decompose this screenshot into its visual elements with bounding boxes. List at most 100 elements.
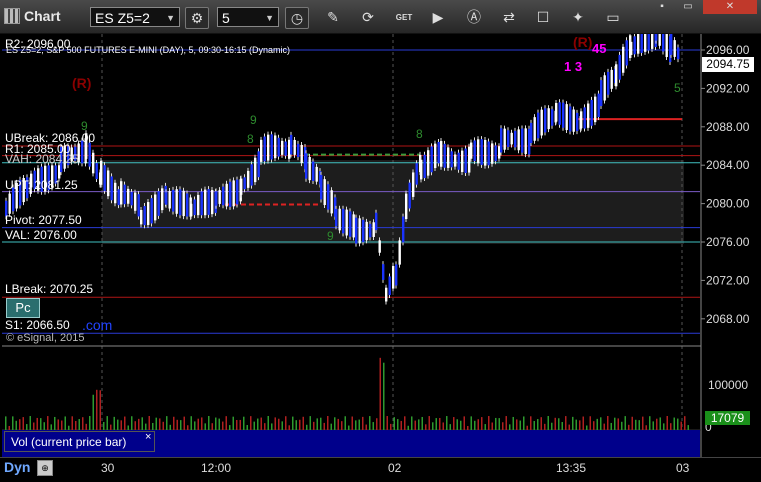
candle-body xyxy=(117,189,120,206)
candle-body xyxy=(470,142,473,159)
candle-body xyxy=(517,129,520,151)
candle-body xyxy=(190,203,193,217)
volume-bar xyxy=(327,416,329,430)
price-chart[interactable]: 2096.00 2092.00 2088.00 2084.00 2080.00 2076.… xyxy=(0,34,761,457)
zoom-icon[interactable]: ⊕ xyxy=(37,460,53,476)
volume-bar xyxy=(50,424,52,430)
volume-bar xyxy=(285,416,287,430)
volume-bar xyxy=(589,416,591,430)
volume-bar xyxy=(362,416,364,430)
candle-body xyxy=(355,217,358,244)
minimize-button[interactable]: ▪ xyxy=(650,0,674,14)
candle-body xyxy=(300,144,303,164)
y-axis-label: 2096.00 xyxy=(706,43,750,57)
volume-bar xyxy=(159,418,161,430)
chevron-down-icon[interactable]: ▼ xyxy=(265,8,274,28)
candle-body xyxy=(92,152,95,174)
level-label-pivot: Pivot: 2077.50 xyxy=(5,213,82,227)
volume-bar xyxy=(145,423,147,430)
volume-bar xyxy=(631,416,633,430)
volume-bar xyxy=(526,425,528,430)
dynamic-mode-button[interactable]: Dyn xyxy=(4,459,30,475)
volume-bar xyxy=(495,417,497,430)
annotation-count: 8 xyxy=(247,132,254,146)
candle-body xyxy=(555,103,558,122)
symbol-input[interactable]: ES Z5=2 ▼ xyxy=(90,7,180,27)
volume-bar xyxy=(57,419,59,430)
volume-bar xyxy=(316,418,318,430)
volume-bar xyxy=(369,416,371,430)
candle-body xyxy=(651,34,654,49)
volume-bar xyxy=(337,418,339,430)
get-button[interactable]: GET xyxy=(393,7,415,27)
twitter-button[interactable]: ✦ xyxy=(567,7,589,27)
symbol-value: ES Z5=2 xyxy=(95,10,150,26)
level-label-lbreak: LBreak: 2070.25 xyxy=(5,282,94,296)
volume-bar xyxy=(22,417,24,430)
pc-button[interactable]: Pc xyxy=(6,298,40,318)
time-button[interactable]: ◷ xyxy=(285,7,309,29)
volume-bar xyxy=(397,419,399,430)
volume-bar xyxy=(141,417,143,430)
volume-bar xyxy=(593,421,595,430)
candle-body xyxy=(670,34,673,55)
candle-body xyxy=(572,109,575,132)
candle-body xyxy=(412,172,415,197)
volume-bar xyxy=(481,417,483,430)
candle-body xyxy=(372,222,375,237)
candle-body xyxy=(558,102,561,125)
candle-body xyxy=(647,34,650,51)
volume-bar xyxy=(656,418,658,430)
volume-bar xyxy=(166,416,168,430)
candle-body xyxy=(365,221,368,241)
interval-value: 5 xyxy=(222,10,230,26)
volume-bar xyxy=(19,419,21,430)
candle-body xyxy=(165,192,168,205)
volume-bar xyxy=(477,419,479,430)
candle-body xyxy=(95,163,98,180)
volume-bar xyxy=(572,416,574,430)
candle-body xyxy=(281,140,284,155)
volume-bar xyxy=(610,422,612,430)
volume-bar xyxy=(257,418,259,430)
settings-button[interactable]: ⚙ xyxy=(185,7,209,29)
volume-bar xyxy=(236,419,238,430)
volume-bar xyxy=(110,424,112,430)
clock-icon: ◷ xyxy=(290,9,304,26)
annotation-setup: 1 3 xyxy=(564,59,583,74)
candle-body xyxy=(290,134,293,155)
maximize-button[interactable]: ▭ xyxy=(676,0,700,14)
candle-body xyxy=(247,170,250,188)
candle-body xyxy=(673,40,676,57)
y-axis-label: 2072.00 xyxy=(706,273,750,287)
interval-input[interactable]: 5 ▼ xyxy=(217,7,279,27)
volume-bar xyxy=(607,416,609,430)
chart-toolbar: Chart ES Z5=2 ▼ ⚙ 5 ▼ ◷ ✎ ⟳ GET ▶ Ⓐ ⇄ ☐ … xyxy=(0,0,761,34)
candle-body xyxy=(622,46,625,73)
volume-bars xyxy=(5,357,689,430)
link-button[interactable]: ⇄ xyxy=(498,7,520,27)
candle-body xyxy=(510,132,513,145)
close-button[interactable]: ✕ xyxy=(703,0,757,14)
alert-button[interactable]: Ⓐ xyxy=(463,7,485,27)
candle-body xyxy=(477,139,480,164)
volume-bar xyxy=(148,416,150,430)
candle-body xyxy=(345,209,348,236)
play-button[interactable]: ▶ xyxy=(427,7,449,27)
refresh-button[interactable]: ⟳ xyxy=(357,7,379,27)
volume-bar xyxy=(162,421,164,430)
chat-button[interactable]: ☐ xyxy=(532,7,554,27)
chevron-down-icon[interactable]: ▼ xyxy=(166,8,175,28)
close-icon[interactable]: × xyxy=(145,431,151,443)
draw-button[interactable]: ✎ xyxy=(322,7,344,27)
volume-bar xyxy=(596,418,598,430)
volume-bar xyxy=(190,416,192,430)
candle-body xyxy=(547,108,550,130)
candle-body xyxy=(610,69,613,89)
candle-body xyxy=(440,141,443,167)
volume-bar xyxy=(302,416,304,430)
level-label-s1: S1: 2066.50 xyxy=(5,318,70,332)
window-button[interactable]: ▭ xyxy=(602,7,624,27)
volume-bar xyxy=(82,417,84,430)
candle-body xyxy=(533,117,536,141)
